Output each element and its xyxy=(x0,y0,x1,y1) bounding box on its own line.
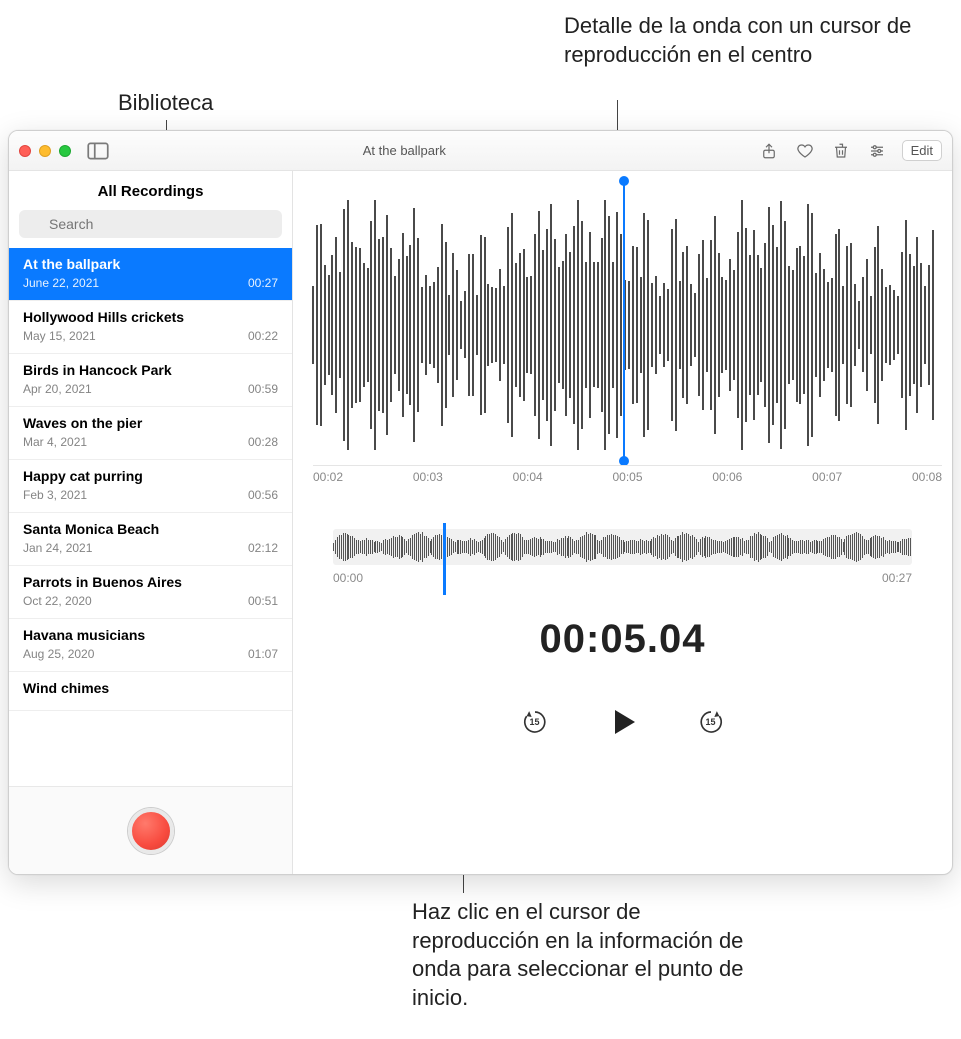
recording-date: Jan 24, 2021 xyxy=(23,541,92,555)
recording-title: Parrots in Buenos Aires xyxy=(23,574,278,590)
recording-title: At the ballpark xyxy=(23,256,278,272)
recording-item[interactable]: Birds in Hancock Park Apr 20, 2021 00:59 xyxy=(9,354,292,407)
recording-duration: 02:12 xyxy=(248,541,278,555)
time-tick: 00:06 xyxy=(712,470,742,489)
time-tick: 00:05 xyxy=(612,470,642,489)
recording-duration: 01:07 xyxy=(248,647,278,661)
time-tick: 00:03 xyxy=(413,470,443,489)
recording-duration: 00:51 xyxy=(248,594,278,608)
recording-date: Feb 3, 2021 xyxy=(23,488,87,502)
sidebar-header: All Recordings xyxy=(9,171,292,210)
skip-back-amount: 15 xyxy=(529,717,539,727)
recording-duration: 00:28 xyxy=(248,435,278,449)
waveform-overview[interactable]: 00:00 00:27 xyxy=(333,529,912,589)
waveform-time-axis: 00:02 00:03 00:04 00:05 00:06 00:07 00:08 xyxy=(313,465,942,489)
edit-button[interactable]: Edit xyxy=(902,140,942,161)
window-title: At the ballpark xyxy=(51,143,758,158)
callout-library: Biblioteca xyxy=(118,89,213,118)
time-tick: 00:04 xyxy=(513,470,543,489)
sidebar-footer xyxy=(9,786,292,874)
recording-title: Hollywood Hills crickets xyxy=(23,309,278,325)
titlebar: At the ballpark Edit xyxy=(9,131,952,171)
recording-date: May 15, 2021 xyxy=(23,329,96,343)
overview-start-time: 00:00 xyxy=(333,571,363,585)
main-panel: 00:02 00:03 00:04 00:05 00:06 00:07 00:08 00:0… xyxy=(293,171,952,874)
waveform-detail[interactable]: 00:02 00:03 00:04 00:05 00:06 00:07 00:08 xyxy=(293,189,952,489)
recording-item[interactable]: At the ballpark June 22, 2021 00:27 xyxy=(9,248,292,301)
playhead-overview[interactable] xyxy=(443,523,446,595)
timecode-display: 00:05.04 xyxy=(293,617,952,662)
recording-duration: 00:22 xyxy=(248,329,278,343)
recording-title: Birds in Hancock Park xyxy=(23,362,278,378)
playhead-knob-top[interactable] xyxy=(619,176,629,186)
recording-title: Havana musicians xyxy=(23,627,278,643)
skip-forward-amount: 15 xyxy=(705,717,715,727)
overview-end-time: 00:27 xyxy=(882,571,912,585)
recording-duration: 00:27 xyxy=(248,276,278,290)
toolbar-right: Edit xyxy=(758,140,942,162)
skip-forward-button[interactable]: 15 xyxy=(691,702,731,742)
search-input[interactable] xyxy=(19,210,282,238)
play-button[interactable] xyxy=(603,702,643,742)
time-tick: 00:07 xyxy=(812,470,842,489)
time-tick: 00:08 xyxy=(912,470,942,489)
sidebar: All Recordings At the ballpark June 22, … xyxy=(9,171,293,874)
recordings-list: At the ballpark June 22, 2021 00:27 Hollyw… xyxy=(9,248,292,786)
recording-title: Wind chimes xyxy=(23,680,278,696)
recording-date: Aug 25, 2020 xyxy=(23,647,94,661)
recording-date: June 22, 2021 xyxy=(23,276,99,290)
recording-item[interactable]: Havana musicians Aug 25, 2020 01:07 xyxy=(9,619,292,672)
recording-duration: 00:56 xyxy=(248,488,278,502)
settings-sliders-icon[interactable] xyxy=(866,140,888,162)
recording-item[interactable]: Hollywood Hills crickets May 15, 2021 00:… xyxy=(9,301,292,354)
recording-title: Happy cat purring xyxy=(23,468,278,484)
recording-title: Waves on the pier xyxy=(23,415,278,431)
share-icon[interactable] xyxy=(758,140,780,162)
app-window: At the ballpark Edit All Recordings xyxy=(8,130,953,875)
minimize-window-button[interactable] xyxy=(39,145,51,157)
skip-back-button[interactable]: 15 xyxy=(515,702,555,742)
transport-controls: 15 15 xyxy=(293,702,952,742)
recording-date: Oct 22, 2020 xyxy=(23,594,92,608)
callout-playhead-click: Haz clic en el cursor de reproducción en… xyxy=(412,898,752,1012)
recording-item[interactable]: Parrots in Buenos Aires Oct 22, 2020 00:5… xyxy=(9,566,292,619)
recording-item[interactable]: Santa Monica Beach Jan 24, 2021 02:12 xyxy=(9,513,292,566)
playhead-detail[interactable] xyxy=(623,181,625,461)
recording-duration: 00:59 xyxy=(248,382,278,396)
recording-title: Santa Monica Beach xyxy=(23,521,278,537)
record-button[interactable] xyxy=(128,808,174,854)
recording-item[interactable]: Waves on the pier Mar 4, 2021 00:28 xyxy=(9,407,292,460)
recording-item[interactable]: Wind chimes xyxy=(9,672,292,711)
time-tick: 00:02 xyxy=(313,470,343,489)
recording-item[interactable]: Happy cat purring Feb 3, 2021 00:56 xyxy=(9,460,292,513)
callout-waveform-detail: Detalle de la onda con un cursor de repr… xyxy=(564,12,944,69)
recording-date: Mar 4, 2021 xyxy=(23,435,87,449)
trash-icon[interactable] xyxy=(830,140,852,162)
close-window-button[interactable] xyxy=(19,145,31,157)
favorite-icon[interactable] xyxy=(794,140,816,162)
recording-date: Apr 20, 2021 xyxy=(23,382,92,396)
